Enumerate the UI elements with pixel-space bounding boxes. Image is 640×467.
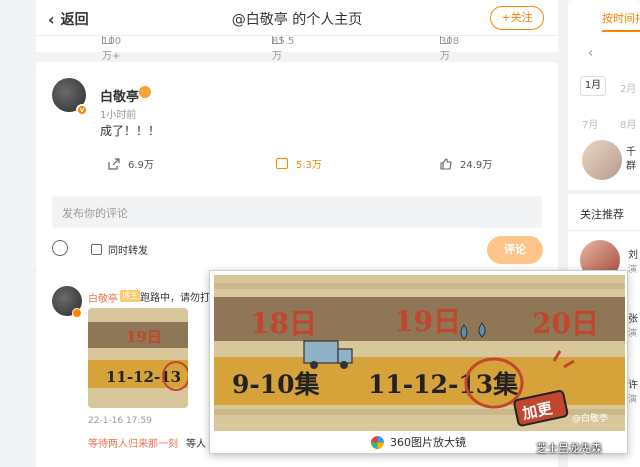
page-header: ‹ 返回 @白敬亭 的个人主页 +关注 bbox=[36, 0, 558, 36]
magnified-graphic: 18日 19日 20日 9-10集 11-12-13集 加更 @白敬亭 bbox=[214, 275, 625, 431]
month-aug[interactable]: 8月 bbox=[620, 116, 636, 131]
post-card: v 白敬亭 1小时前 成了！！！ 6.9万 5.3万 24.9万 发布你的评论 … bbox=[36, 62, 558, 272]
timeline-panel: 按时间排 ‹ 1月 2月 7月 8月 bbox=[568, 0, 640, 150]
360-logo-icon bbox=[371, 435, 384, 449]
page-watermark: 芝士吕龙先森 bbox=[536, 442, 602, 455]
recommend-name[interactable]: 许 bbox=[628, 376, 638, 391]
follow-button[interactable]: +关注 bbox=[490, 6, 544, 30]
recommend-subtitle: 演 bbox=[628, 395, 638, 405]
commenter-name[interactable]: 白敬亭 bbox=[88, 290, 118, 305]
also-repost-label: 同时转发 bbox=[108, 246, 148, 257]
repost-count: 6.9万 bbox=[128, 160, 154, 171]
comment-count: 5.3万 bbox=[296, 160, 322, 171]
post-time[interactable]: 1小时前 bbox=[100, 106, 136, 121]
magnifier-footer-label: 360图片放大镜 bbox=[390, 436, 466, 449]
recommend-name[interactable]: 张 bbox=[628, 310, 638, 325]
prev-comment-count: 85.5万 bbox=[272, 36, 295, 62]
comment-input[interactable]: 发布你的评论 bbox=[52, 196, 542, 228]
month-jan[interactable]: 1月 bbox=[580, 76, 606, 96]
author-tag-badge: 博主 bbox=[120, 290, 140, 302]
comment-icon bbox=[276, 158, 288, 169]
related-user-line-1: 千 bbox=[626, 147, 636, 158]
member-emoji-icon bbox=[139, 86, 151, 98]
reply-text: 等人 bbox=[186, 439, 206, 450]
previous-post-actions: 100万+ 85.5万 308万 bbox=[36, 36, 558, 62]
day-19-label: 19日 bbox=[394, 305, 461, 338]
chevron-left-icon[interactable]: ‹ bbox=[588, 46, 593, 61]
image-watermark: @白敬亭 bbox=[572, 412, 608, 424]
magnified-image: 18日 19日 20日 9-10集 11-12-13集 加更 @白敬亭 bbox=[214, 275, 625, 431]
active-tab-underline bbox=[602, 30, 640, 32]
comment-image-thumbnail[interactable]: 19日 11-12-13 bbox=[88, 308, 188, 408]
prev-repost-count: 100万+ bbox=[102, 36, 122, 62]
comment-button[interactable]: 5.3万 bbox=[276, 156, 322, 171]
recommend-title: 关注推荐 bbox=[580, 208, 624, 221]
thumbs-up-icon bbox=[440, 157, 452, 170]
related-user-card: 千 群 bbox=[568, 130, 640, 190]
comment-text: 跑路中，请勿打 bbox=[140, 293, 210, 304]
like-button[interactable]: 24.9万 bbox=[440, 156, 492, 171]
day-20-label: 20日 bbox=[532, 307, 599, 340]
repost-button[interactable]: 6.9万 bbox=[108, 156, 154, 171]
episodes-11-13-label: 11-12-13集 bbox=[368, 370, 519, 399]
verified-badge-icon: v bbox=[76, 104, 88, 116]
thumbnail-graphic: 19日 11-12-13 bbox=[88, 308, 188, 408]
sort-by-time-tab[interactable]: 按时间排 bbox=[602, 10, 640, 26]
divider bbox=[568, 230, 640, 231]
related-user-text: 千 群 bbox=[626, 146, 636, 174]
post-actions: 6.9万 5.3万 24.9万 bbox=[36, 154, 558, 174]
recommend-subtitle: 演 bbox=[628, 329, 638, 339]
author-name[interactable]: 白敬亭 bbox=[100, 86, 139, 105]
month-feb[interactable]: 2月 bbox=[620, 80, 636, 95]
episodes-9-10-label: 9-10集 bbox=[232, 370, 321, 399]
comment-time: 22-1-16 17:59 bbox=[88, 416, 152, 426]
related-user-line-2: 群 bbox=[626, 161, 636, 172]
thumbnail-day-label: 19日 bbox=[126, 328, 162, 346]
image-magnifier-popup: 18日 19日 20日 9-10集 11-12-13集 加更 @白敬亭 360图… bbox=[209, 270, 628, 454]
day-18-label: 18日 bbox=[250, 307, 317, 340]
recommend-name[interactable]: 刘 bbox=[628, 246, 638, 261]
recommend-subtitle: 演 bbox=[628, 265, 638, 275]
prev-like-count: 308万 bbox=[440, 36, 460, 62]
share-icon bbox=[108, 157, 120, 170]
reply-user-link[interactable]: 等待两人归来那一刻 bbox=[88, 435, 178, 450]
post-content: 成了！！！ bbox=[100, 124, 161, 138]
also-repost-checkbox[interactable]: 同时转发 bbox=[91, 242, 148, 257]
month-jul[interactable]: 7月 bbox=[582, 116, 598, 131]
related-user-avatar[interactable] bbox=[582, 140, 622, 180]
emoji-picker-icon[interactable] bbox=[52, 240, 68, 256]
verified-badge-icon bbox=[72, 308, 82, 318]
thumbnail-episode-label: 11-12-13 bbox=[106, 368, 181, 386]
submit-comment-button[interactable]: 评论 bbox=[487, 236, 543, 264]
like-count: 24.9万 bbox=[460, 160, 493, 171]
checkbox-box[interactable] bbox=[91, 244, 102, 255]
page-title: @白敬亭 的个人主页 bbox=[231, 12, 363, 28]
